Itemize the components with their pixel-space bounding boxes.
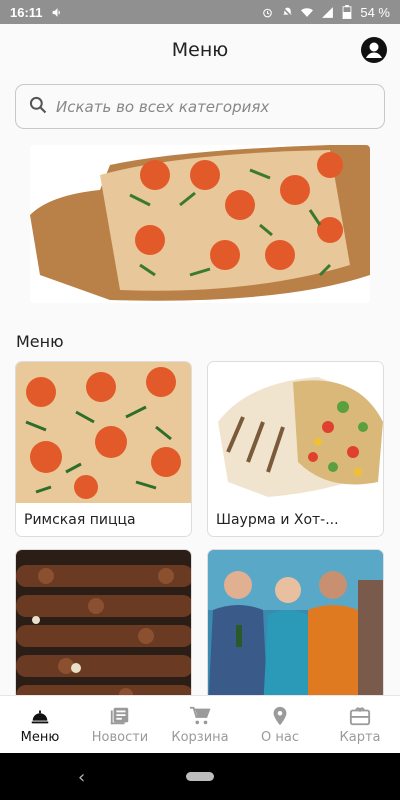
home-pill[interactable] <box>186 772 214 781</box>
nav-item-card[interactable]: Карта <box>320 696 400 753</box>
category-card-kebab[interactable] <box>15 549 192 709</box>
search-input[interactable] <box>56 97 376 116</box>
category-image <box>208 362 383 503</box>
signal-icon <box>320 5 334 19</box>
wifi-icon <box>300 5 314 19</box>
account-icon[interactable] <box>360 36 388 64</box>
category-label: Римская пицца <box>24 512 136 528</box>
volume-icon <box>51 5 65 19</box>
category-card-shawarma[interactable]: Шаурма и Хот-... <box>207 361 384 537</box>
category-image <box>208 550 383 708</box>
news-icon <box>110 707 129 724</box>
status-time: 16:11 <box>10 4 43 20</box>
category-image <box>16 550 191 708</box>
nav-label: Корзина <box>171 729 229 745</box>
nav-label: Карта <box>339 729 381 745</box>
category-image <box>16 362 191 503</box>
promo-banner[interactable] <box>30 145 370 303</box>
nav-label: Новости <box>91 729 149 745</box>
nav-item-news[interactable]: Новости <box>80 696 160 753</box>
back-icon[interactable]: ‹ <box>78 767 85 788</box>
page-title: Меню <box>171 39 229 61</box>
alarm-icon <box>260 5 274 19</box>
nav-item-cart[interactable]: Корзина <box>160 696 240 753</box>
food-tray-icon <box>31 710 49 723</box>
location-pin-icon <box>273 706 287 725</box>
system-navigation-bar: ‹ <box>0 753 400 800</box>
section-title: Меню <box>16 332 64 351</box>
bottom-navigation: Меню Новости Корзина О нас Карта <box>0 695 400 753</box>
card-icon <box>349 706 371 725</box>
nav-item-about[interactable]: О нас <box>240 696 320 753</box>
category-card-roman-pizza[interactable]: Римская пицца <box>15 361 192 537</box>
category-card-party[interactable] <box>207 549 384 709</box>
mute-icon <box>280 5 294 19</box>
app-bar: Меню <box>0 24 400 76</box>
status-bar: 16:11 54 % <box>0 0 400 24</box>
nav-label: Меню <box>20 729 60 745</box>
search-bar[interactable] <box>15 84 385 129</box>
nav-item-menu[interactable]: Меню <box>0 696 80 753</box>
nav-label: О нас <box>261 729 299 745</box>
category-label: Шаурма и Хот-... <box>216 512 339 528</box>
search-icon <box>28 95 48 119</box>
cart-icon <box>189 706 211 724</box>
battery-percent: 54 % <box>360 4 390 20</box>
battery-icon <box>340 5 354 19</box>
